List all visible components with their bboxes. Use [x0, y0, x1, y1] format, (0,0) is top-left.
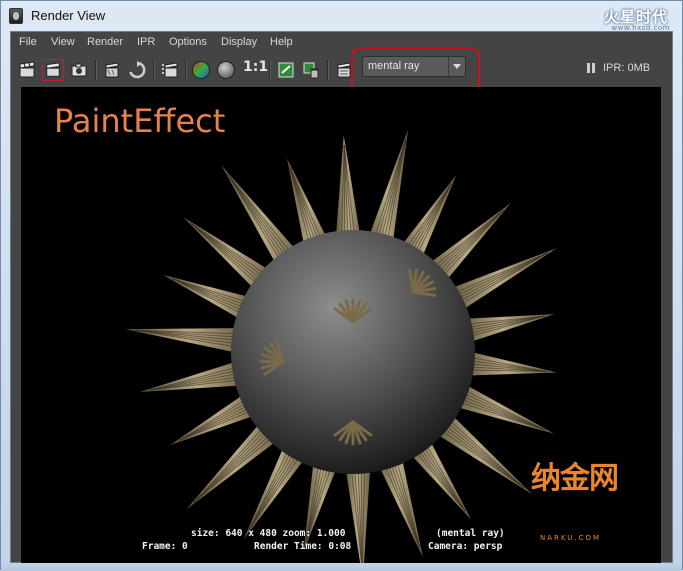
- toolbar: 1:1: [11, 54, 672, 86]
- toolbar-separator: [95, 60, 97, 80]
- menu-ipr[interactable]: IPR: [137, 36, 155, 48]
- toolbar-separator: [327, 60, 329, 80]
- remove-image-icon[interactable]: [300, 59, 322, 81]
- renderer-dropdown[interactable]: mental ray: [362, 56, 466, 77]
- renderer-selected-value: mental ray: [368, 60, 420, 72]
- toolbar-separator: [153, 60, 155, 80]
- toolbar-separator: [185, 60, 187, 80]
- ipr-memory-readout: IPR: 0MB: [603, 62, 651, 74]
- ipr-render-icon[interactable]: [101, 59, 123, 81]
- chevron-down-icon[interactable]: [448, 57, 465, 76]
- paint-effect-stroke: [193, 421, 275, 503]
- menu-display[interactable]: Display: [221, 36, 257, 48]
- title-bar: Render View 火星时代 www.hxsd.com: [1, 1, 682, 32]
- render-sequence-icon[interactable]: [159, 59, 181, 81]
- narku-watermark-url: NARKU.COM: [540, 534, 602, 542]
- real-size-toggle[interactable]: 1:1: [243, 59, 268, 75]
- narku-watermark: 纳金网: [531, 461, 619, 496]
- refresh-ipr-icon[interactable]: [126, 59, 148, 81]
- render-frame-icon[interactable]: [16, 59, 38, 81]
- maya-app-icon: [9, 8, 23, 24]
- toolbar-separator: [269, 60, 271, 80]
- render-region-icon[interactable]: [42, 59, 64, 81]
- color-channels-icon[interactable]: [190, 59, 212, 81]
- menu-view[interactable]: View: [51, 36, 75, 48]
- render-view-window: Render View 火星时代 www.hxsd.com File View …: [0, 0, 683, 571]
- renderer-info: (mental ray): [436, 528, 505, 539]
- frame-info: Frame: 0: [142, 541, 188, 552]
- paint-effect-stroke: [193, 423, 278, 503]
- paint-effect-stroke: [226, 172, 300, 263]
- alpha-channel-icon[interactable]: [215, 59, 237, 81]
- paint-effect-stroke: [437, 414, 525, 489]
- pause-ipr-icon[interactable]: [587, 63, 596, 73]
- paint-effect-label: PaintEffect: [54, 102, 226, 140]
- paint-effect-stroke: [439, 411, 525, 489]
- paint-effect-stroke: [449, 252, 549, 312]
- keep-image-icon[interactable]: [275, 59, 297, 81]
- render-settings-icon[interactable]: [333, 59, 355, 81]
- window-title: Render View: [31, 8, 106, 23]
- menu-bar: File View Render IPR Options Display Hel…: [11, 32, 672, 54]
- menu-render[interactable]: Render: [87, 36, 123, 48]
- camera-info: Camera: persp: [428, 541, 503, 552]
- render-size-info: size: 640 x 480 zoom: 1.000: [191, 528, 346, 539]
- menu-file[interactable]: File: [19, 36, 37, 48]
- paint-effect-stroke: [447, 252, 549, 309]
- menu-help[interactable]: Help: [270, 36, 293, 48]
- render-time-info: Render Time: 0:08: [254, 541, 352, 552]
- menu-options[interactable]: Options: [169, 36, 207, 48]
- snapshot-icon[interactable]: [68, 59, 90, 81]
